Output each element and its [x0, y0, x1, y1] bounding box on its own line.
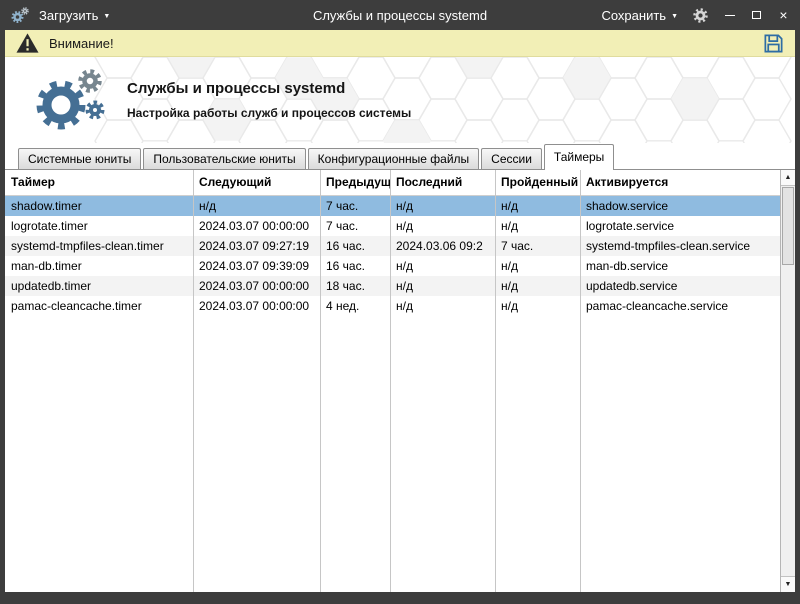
table-cell: н/д	[390, 256, 495, 276]
table-cell: updatedb.timer	[5, 276, 193, 296]
save-button-label: Сохранить	[601, 8, 666, 23]
tab-timers[interactable]: Таймеры	[544, 144, 614, 170]
vertical-scrollbar[interactable]: ▲ ▼	[780, 170, 795, 592]
load-button[interactable]: Загрузить ▼	[39, 8, 110, 23]
table-cell: man-db.timer	[5, 256, 193, 276]
table-cell: н/д	[193, 196, 320, 216]
table-cell: systemd-tmpfiles-clean.service	[580, 236, 780, 256]
scroll-down-button[interactable]: ▼	[781, 576, 795, 592]
table-cell: н/д	[495, 256, 580, 276]
table-cell: logrotate.timer	[5, 216, 193, 236]
table-cell: 2024.03.07 00:00:00	[193, 296, 320, 316]
minimize-icon	[725, 15, 735, 16]
table-cell: pamac-cleancache.timer	[5, 296, 193, 316]
tab-system-units[interactable]: Системные юниты	[18, 148, 141, 169]
maximize-icon	[752, 11, 761, 19]
tab-bar: Системные юниты Пользовательские юниты К…	[5, 143, 795, 169]
chevron-down-icon: ▼	[103, 13, 110, 20]
table-cell: 2024.03.07 09:39:09	[193, 256, 320, 276]
table-cell: man-db.service	[580, 256, 780, 276]
table-cell: 18 час.	[320, 276, 390, 296]
scrollbar-thumb[interactable]	[782, 187, 794, 265]
table-cell: н/д	[390, 216, 495, 236]
gears-logo-icon	[31, 68, 109, 132]
table-row[interactable]: shadow.timer н/д 7 час. н/д н/д shadow.s…	[5, 196, 780, 216]
column-header-timer[interactable]: Таймер	[5, 170, 193, 195]
table-cell: logrotate.service	[580, 216, 780, 236]
table-cell: 7 час.	[320, 196, 390, 216]
timers-panel: Таймер Следующий Предыдущ Последний Прой…	[5, 169, 795, 592]
page-subtitle: Настройка работы служб и процессов систе…	[127, 106, 411, 120]
chevron-down-icon: ▼	[671, 13, 678, 20]
timers-table: Таймер Следующий Предыдущ Последний Прой…	[5, 170, 780, 592]
table-row[interactable]: updatedb.timer 2024.03.07 00:00:00 18 ча…	[5, 276, 780, 296]
save-button[interactable]: Сохранить ▼	[601, 8, 678, 23]
warning-bar: Внимание!	[5, 30, 795, 57]
titlebar: Загрузить ▼ Службы и процессы systemd Со…	[0, 0, 800, 30]
table-row[interactable]: man-db.timer 2024.03.07 09:39:09 16 час.…	[5, 256, 780, 276]
table-cell: н/д	[495, 216, 580, 236]
table-cell: shadow.timer	[5, 196, 193, 216]
close-button[interactable]: ×	[777, 8, 790, 22]
table-row[interactable]: logrotate.timer 2024.03.07 00:00:00 7 ча…	[5, 216, 780, 236]
table-cell: 2024.03.07 00:00:00	[193, 276, 320, 296]
column-header-next[interactable]: Следующий	[193, 170, 320, 195]
minimize-button[interactable]	[723, 8, 736, 22]
table-cell: н/д	[495, 296, 580, 316]
table-cell: н/д	[495, 276, 580, 296]
table-cell: н/д	[390, 196, 495, 216]
column-header-previous[interactable]: Предыдущ	[320, 170, 390, 195]
table-cell: 7 час.	[495, 236, 580, 256]
table-cell: 7 час.	[320, 216, 390, 236]
load-button-label: Загрузить	[39, 8, 98, 23]
warning-text: Внимание!	[49, 36, 114, 51]
save-file-icon[interactable]	[762, 32, 785, 55]
app-window: Загрузить ▼ Службы и процессы systemd Со…	[0, 0, 800, 604]
table-cell: 4 нед.	[320, 296, 390, 316]
maximize-button[interactable]	[750, 8, 763, 22]
table-cell: н/д	[390, 276, 495, 296]
table-cell: н/д	[495, 196, 580, 216]
table-row[interactable]: systemd-tmpfiles-clean.timer 2024.03.07 …	[5, 236, 780, 256]
table-cell: 2024.03.06 09:2	[390, 236, 495, 256]
tab-config-files[interactable]: Конфигурационные файлы	[308, 148, 479, 169]
table-cell: updatedb.service	[580, 276, 780, 296]
table-cell: 2024.03.07 09:27:19	[193, 236, 320, 256]
table-cell: 2024.03.07 00:00:00	[193, 216, 320, 236]
table-cell: systemd-tmpfiles-clean.timer	[5, 236, 193, 256]
tab-user-units[interactable]: Пользовательские юниты	[143, 148, 305, 169]
table-cell: shadow.service	[580, 196, 780, 216]
page-title: Службы и процессы systemd	[127, 80, 411, 97]
table-cell: 16 час.	[320, 256, 390, 276]
settings-gear-icon[interactable]	[692, 7, 709, 24]
window-content: Внимание!	[5, 30, 795, 592]
table-row[interactable]: pamac-cleancache.timer 2024.03.07 00:00:…	[5, 296, 780, 316]
app-icon	[10, 6, 30, 25]
column-header-activates[interactable]: Активируется	[580, 170, 780, 195]
table-cell: 16 час.	[320, 236, 390, 256]
table-cell: pamac-cleancache.service	[580, 296, 780, 316]
page-header: Службы и процессы systemd Настройка рабо…	[5, 57, 795, 143]
scroll-up-button[interactable]: ▲	[781, 170, 795, 186]
column-header-last[interactable]: Последний	[390, 170, 495, 195]
tab-sessions[interactable]: Сессии	[481, 148, 542, 169]
table-cell: н/д	[390, 296, 495, 316]
table-header: Таймер Следующий Предыдущ Последний Прой…	[5, 170, 780, 196]
warning-icon	[15, 32, 40, 54]
column-header-passed[interactable]: Пройденный	[495, 170, 580, 195]
